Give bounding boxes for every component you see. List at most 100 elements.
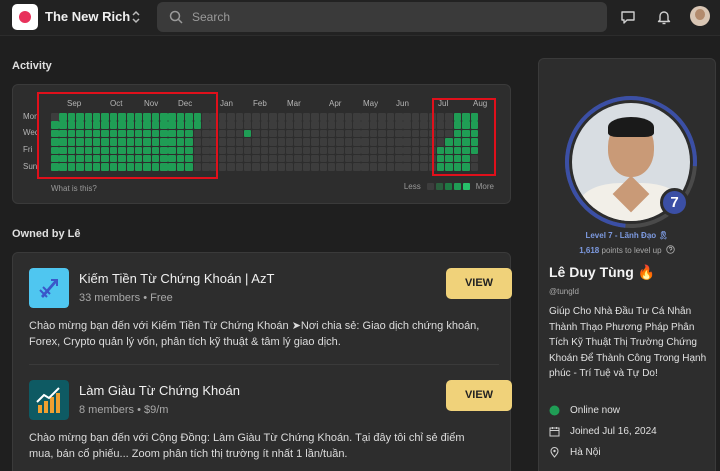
activity-cell	[361, 129, 369, 138]
activity-legend: Less More	[404, 182, 494, 191]
activity-cell	[252, 129, 260, 138]
activity-cell	[277, 163, 286, 171]
activity-cell	[218, 121, 227, 129]
community-name[interactable]: The New Rich	[45, 9, 130, 24]
group-name[interactable]: Làm Giàu Từ Chứng Khoán	[79, 383, 240, 398]
day-label: Sun	[23, 162, 38, 171]
activity-cell	[235, 138, 244, 146]
activity-cell	[395, 121, 403, 129]
activity-cell	[403, 154, 411, 163]
activity-cell	[327, 113, 336, 121]
month-label: Jun	[396, 99, 409, 108]
activity-cell	[420, 163, 428, 171]
activity-cell	[411, 163, 420, 171]
activity-cell	[294, 113, 302, 121]
activity-cell	[327, 121, 336, 129]
activity-cell	[311, 138, 319, 146]
activity-cell	[227, 163, 235, 171]
view-group-button[interactable]: VIEW	[446, 268, 512, 299]
legend-swatch	[435, 183, 443, 190]
activity-cell	[243, 113, 252, 121]
activity-cell	[327, 129, 336, 138]
activity-cell	[227, 138, 235, 146]
activity-cell	[378, 121, 386, 129]
activity-cell	[227, 154, 235, 163]
activity-cell	[235, 146, 244, 155]
view-group-button[interactable]: VIEW	[446, 380, 512, 411]
rocket-icon[interactable]	[29, 268, 69, 308]
activity-cell	[411, 113, 420, 121]
activity-cell	[369, 154, 378, 163]
activity-cell	[235, 113, 244, 121]
activity-cell	[403, 129, 411, 138]
activity-cell	[277, 146, 286, 155]
activity-cell	[319, 138, 327, 146]
activity-cell	[336, 154, 344, 163]
group-description: Chào mừng bạn đến với Cộng Đồng: Làm Già…	[29, 432, 465, 460]
chevron-updown-icon[interactable]	[130, 8, 142, 26]
community-logo[interactable]	[12, 4, 38, 30]
activity-cell	[218, 113, 227, 121]
activity-cell	[302, 154, 311, 163]
activity-cell	[285, 154, 294, 163]
search-icon	[169, 10, 183, 24]
online-dot-icon	[549, 405, 560, 416]
help-icon[interactable]	[666, 245, 675, 254]
divider	[29, 364, 499, 365]
search-bar[interactable]: Search	[157, 2, 607, 32]
activity-cell	[336, 129, 344, 138]
activity-cell	[252, 121, 260, 129]
activity-cell	[269, 129, 277, 138]
activity-cell	[327, 163, 336, 171]
activity-cell	[269, 121, 277, 129]
activity-cell	[378, 146, 386, 155]
month-label: Apr	[329, 99, 342, 108]
activity-cell	[361, 163, 369, 171]
owned-groups-card: Kiếm Tiền Từ Chứng Khoán | AzT 33 member…	[12, 252, 512, 471]
activity-cell	[252, 138, 260, 146]
group-meta: 33 members • Free	[79, 292, 173, 304]
activity-cell	[420, 154, 428, 163]
activity-heading: Activity	[12, 60, 52, 72]
activity-cell	[302, 146, 311, 155]
activity-cell	[260, 154, 269, 163]
activity-cell	[395, 146, 403, 155]
activity-card: Sep Oct Nov Dec Jan Feb Mar Apr May Jun …	[12, 84, 511, 204]
level-label: Level 7 - Lãnh Đạo 🎗	[585, 231, 669, 240]
activity-cell	[260, 138, 269, 146]
activity-cell	[269, 163, 277, 171]
activity-cell	[277, 113, 286, 121]
growth-chart-icon[interactable]	[29, 380, 69, 420]
activity-cell	[252, 113, 260, 121]
activity-cell	[395, 138, 403, 146]
activity-cell	[369, 146, 378, 155]
activity-cell	[378, 154, 386, 163]
calendar-icon	[549, 427, 560, 437]
top-bar: The New Rich Search	[0, 0, 720, 36]
activity-cell	[420, 146, 428, 155]
activity-cell	[420, 138, 428, 146]
activity-cell	[386, 154, 395, 163]
activity-cell	[285, 146, 294, 155]
activity-cell	[294, 154, 302, 163]
bell-icon[interactable]	[655, 8, 673, 26]
activity-cell	[369, 163, 378, 171]
activity-cell	[386, 146, 395, 155]
group-name[interactable]: Kiếm Tiền Từ Chứng Khoán | AzT	[79, 271, 274, 286]
activity-cell	[285, 129, 294, 138]
activity-cell	[319, 163, 327, 171]
what-is-this-link[interactable]: What is this?	[51, 184, 97, 193]
activity-cell	[227, 121, 235, 129]
group-description: Chào mừng bạn đến với Kiếm Tiền Từ Chứng…	[29, 320, 480, 348]
chat-icon[interactable]	[619, 8, 637, 26]
user-avatar[interactable]	[690, 6, 710, 26]
activity-cell	[269, 146, 277, 155]
activity-cell	[302, 113, 311, 121]
legend-less: Less	[403, 182, 421, 191]
activity-cell	[285, 138, 294, 146]
activity-cell	[344, 154, 353, 163]
activity-cell	[218, 138, 227, 146]
activity-cell	[386, 121, 395, 129]
activity-cell	[243, 129, 252, 138]
activity-cell	[336, 121, 344, 129]
